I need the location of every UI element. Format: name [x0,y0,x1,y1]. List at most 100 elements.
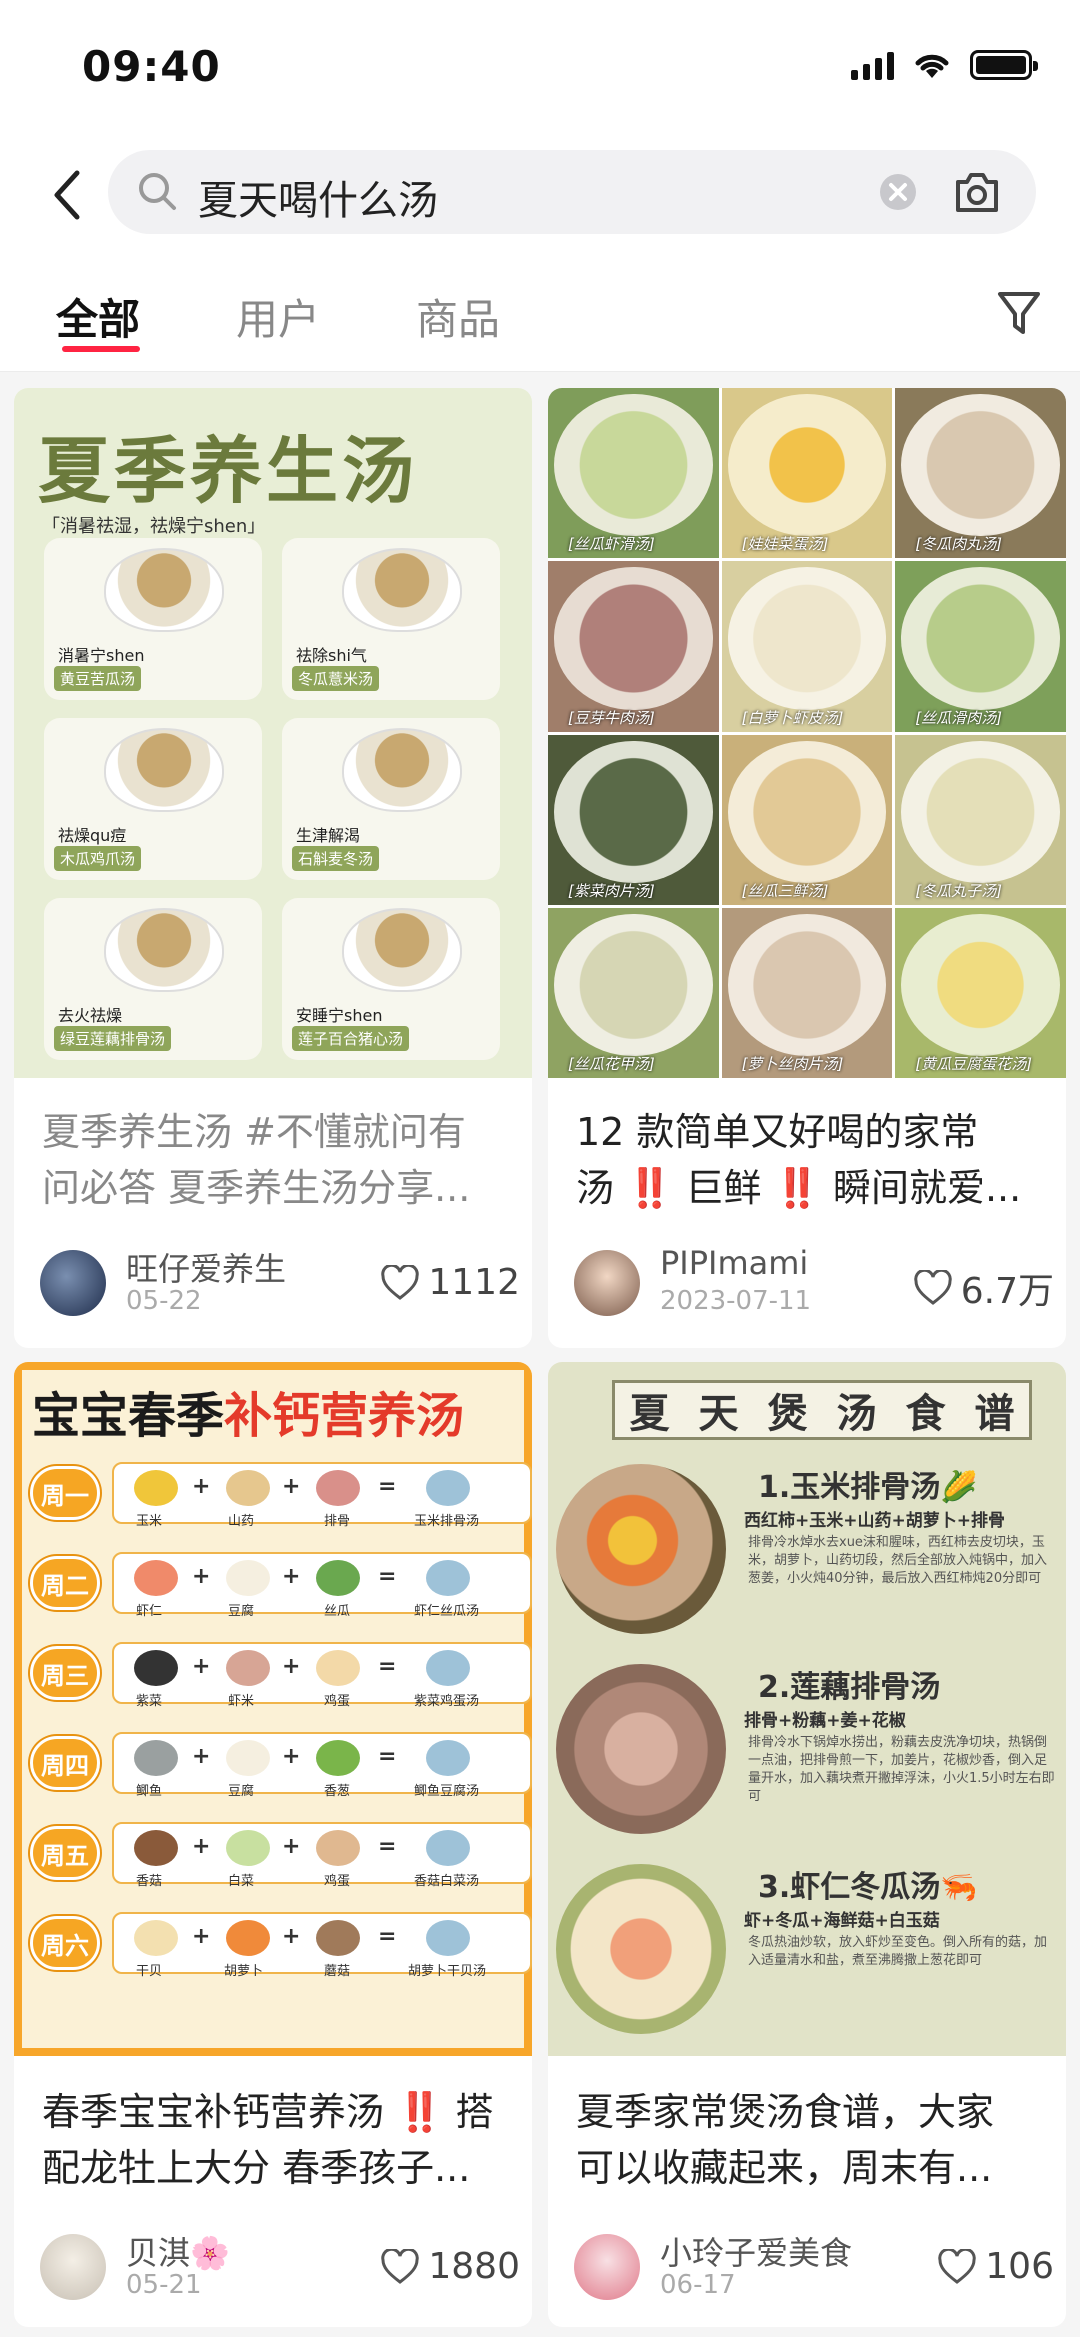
soup-tile: 祛除shi气 冬瓜薏米汤 [282,538,500,700]
tab-all[interactable]: 全部 [56,286,140,347]
search-input[interactable]: 夏天喝什么汤 [108,150,1036,234]
like-button[interactable]: 6.7万 [913,1262,1054,1314]
menu-row: 周四 鲫鱼 + 豆腐 + 香葱 = 鲫鱼豆腐汤 [30,1732,532,1799]
avatar[interactable] [574,1250,640,1316]
tile-tag: 冬瓜薏米汤 [292,666,380,691]
soup-photo: [紫菜肉片汤] [548,734,719,905]
tile-label: 去火祛燥 [58,1006,123,1025]
camera-icon[interactable] [952,168,1002,216]
menu-row: 周五 香菇 + 白菜 + 鸡蛋 = 香菇白菜汤 [30,1822,532,1889]
heart-icon [381,2248,420,2284]
soup-photo: [娃娃菜蛋汤] [721,388,893,559]
status-bar: 09:40 [0,0,1080,130]
tile-tag: 莲子百合猪心汤 [292,1026,410,1051]
soup-photo: [丝瓜花甲汤] [548,907,719,1078]
soup-photo: [萝卜丝肉片汤] [721,907,893,1078]
tile-label: 安睡宁shen [296,1006,383,1025]
author-name[interactable]: 小玲子爱美食 [660,2228,852,2274]
menu-row: 周一 玉米 + 山药 + 排骨 = 玉米排骨汤 [30,1462,532,1529]
back-button[interactable] [36,160,96,230]
tile-label: 生津解渴 [296,826,361,845]
tile-tag: 石斛麦冬汤 [292,846,380,871]
search-icon [139,173,176,210]
tab-active-indicator [62,346,140,352]
note-card[interactable]: [丝瓜虾滑汤] [娃娃菜蛋汤] [冬瓜肉丸汤] [豆芽牛肉汤] [白萝卜虾皮汤]… [548,388,1066,1348]
note-title[interactable]: 春季宝宝补钙营养汤 ‼️ 搭 配龙牡上大分 春季孩子... [42,2084,512,2196]
author-name[interactable]: PIPImami [660,1244,808,1282]
tab-bar: 全部 用户 商品 [0,260,1080,372]
avatar[interactable] [40,1250,106,1316]
note-cover-image[interactable]: 夏 天 煲 汤 食 谱 1.玉米排骨汤🌽 西红柿+玉米+山药+胡萝卜+排骨 排骨… [548,1362,1066,2056]
search-header: 夏天喝什么汤 [0,130,1080,260]
filter-icon[interactable] [996,288,1042,338]
soup-photo: [丝瓜滑肉汤] [895,561,1066,732]
note-title[interactable]: 夏季家常煲汤食谱，大家 可以收藏起来，周末有... [576,2084,1046,2196]
like-count: 6.7万 [960,1271,1054,1312]
status-time: 09:40 [82,42,221,91]
author-name[interactable]: 旺仔爱养生 [126,1244,286,1290]
chevron-left-icon [54,170,80,220]
wifi-icon [915,54,949,78]
tab-users[interactable]: 用户 [236,286,320,347]
post-date: 05-22 [126,1286,202,1316]
heart-icon [938,2248,977,2284]
soup-photo: [黄瓜豆腐蛋花汤] [895,907,1066,1078]
soup-photo: [冬瓜丸子汤] [895,734,1066,905]
note-card[interactable]: 夏 天 煲 汤 食 谱 1.玉米排骨汤🌽 西红柿+玉米+山药+胡萝卜+排骨 排骨… [548,1362,1066,2327]
cover-heading: 夏 天 煲 汤 食 谱 [612,1380,1032,1440]
search-query: 夏天喝什么汤 [198,178,438,224]
tile-label: 消暑宁shen [58,646,145,665]
avatar[interactable] [40,2234,106,2300]
heart-icon [381,1264,420,1300]
note-meta: 旺仔爱养生 05-22 1112 [40,1244,520,1324]
heart-icon [914,1270,952,1305]
note-meta: 贝淇🌸 05-21 1880 [40,2228,520,2308]
note-title[interactable]: 12 款简单又好喝的家常 汤 ‼️ 巨鲜 ‼️ 瞬间就爱... [576,1104,1046,1216]
note-card[interactable]: 宝宝春季补钙营养汤 周一 玉米 + 山药 + 排骨 = 玉米排骨汤 周二 虾仁 … [14,1362,532,2327]
avatar[interactable] [574,2234,640,2300]
like-count: 1112 [428,1262,520,1303]
author-name[interactable]: 贝淇🌸 [126,2228,230,2274]
tile-tag: 绿豆莲藕排骨汤 [54,1026,172,1051]
menu-row: 周三 紫菜 + 虾米 + 鸡蛋 = 紫菜鸡蛋汤 [30,1642,532,1709]
cover-title: 夏季养生汤 [38,428,419,513]
tile-label: 祛燥qu痘 [58,826,127,845]
soup-tile: 生津解渴 石斛麦冬汤 [282,718,500,880]
recipe-block: 3.虾仁冬瓜汤🦐 虾+冬瓜+海鲜菇+白玉菇 冬瓜热油炒软，放入虾炒至变色。倒入所… [548,1858,1066,2034]
note-card[interactable]: 夏季养生汤 「消暑祛湿，祛燥宁shen」 消暑宁shen 黄豆苦瓜汤 祛除shi… [14,388,532,1348]
soup-photo: [丝瓜三鲜汤] [721,734,893,905]
like-button[interactable]: 1112 [380,1262,520,1303]
cover-title: 宝宝春季补钙营养汤 [32,1388,465,1444]
like-count: 1880 [428,2246,520,2287]
battery-icon [970,50,1038,80]
menu-row: 周六 干贝 + 胡萝卜 + 蘑菇 = 胡萝卜干贝汤 [30,1912,532,1979]
like-button[interactable]: 106 [937,2246,1054,2287]
recipe-block: 2.莲藕排骨汤 排骨+粉藕+姜+花椒 排骨冷水下锅焯水捞出，粉藕去皮洗净切块，热… [548,1658,1066,1834]
like-button[interactable]: 1880 [380,2246,520,2287]
tile-tag: 木瓜鸡爪汤 [54,846,142,871]
tile-tag: 黄豆苦瓜汤 [54,666,142,691]
soup-tile: 消暑宁shen 黄豆苦瓜汤 [44,538,262,700]
soup-tile: 安睡宁shen 莲子百合猪心汤 [282,898,500,1060]
tile-label: 祛除shi气 [296,646,367,665]
tab-products[interactable]: 商品 [416,286,500,347]
soup-photo: [丝瓜虾滑汤] [548,388,719,559]
signal-icon [851,50,894,80]
soup-photo: [白萝卜虾皮汤] [721,561,893,732]
clear-icon[interactable] [878,172,918,212]
note-title[interactable]: 夏季养生汤 #不懂就问有 问必答 夏季养生汤分享... [42,1104,512,1216]
note-cover-image[interactable]: [丝瓜虾滑汤] [娃娃菜蛋汤] [冬瓜肉丸汤] [豆芽牛肉汤] [白萝卜虾皮汤]… [548,388,1066,1078]
note-meta: 小玲子爱美食 06-17 106 [574,2228,1054,2308]
menu-row: 周二 虾仁 + 豆腐 + 丝瓜 = 虾仁丝瓜汤 [30,1552,532,1619]
status-icons [851,50,1038,80]
post-date: 06-17 [660,2270,736,2300]
post-date: 2023-07-11 [660,1286,812,1316]
note-cover-image[interactable]: 宝宝春季补钙营养汤 周一 玉米 + 山药 + 排骨 = 玉米排骨汤 周二 虾仁 … [14,1362,532,2056]
post-date: 05-21 [126,2270,202,2300]
note-meta: PIPImami 2023-07-11 6.7万 [574,1244,1054,1324]
recipe-block: 1.玉米排骨汤🌽 西红柿+玉米+山药+胡萝卜+排骨 排骨冷水焯水去xue沫和腥味… [548,1458,1066,1634]
cover-subtitle: 「消暑祛湿，祛燥宁shen」 [42,516,266,537]
soup-tile: 祛燥qu痘 木瓜鸡爪汤 [44,718,262,880]
note-cover-image[interactable]: 夏季养生汤 「消暑祛湿，祛燥宁shen」 消暑宁shen 黄豆苦瓜汤 祛除shi… [14,388,532,1078]
soup-photo: [冬瓜肉丸汤] [895,388,1066,559]
